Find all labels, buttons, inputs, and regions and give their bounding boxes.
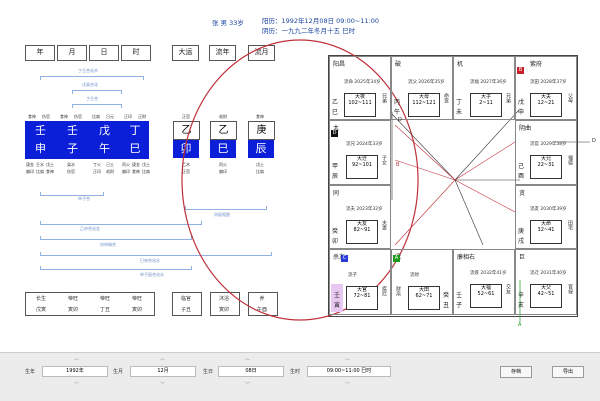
chevron-up-icon[interactable]: ︿	[345, 355, 350, 362]
palace-hai[interactable]: 巨 流迁 2031年40岁 大父 42~51 辛 亥 官禄	[515, 249, 577, 315]
birth-year-field[interactable]: 1992年	[42, 366, 108, 377]
relation-line	[394, 159, 456, 181]
save-button[interactable]: 存档	[500, 366, 532, 378]
relation-line	[454, 109, 520, 181]
relation-line	[454, 179, 516, 213]
mark-a-bottom: A	[518, 322, 522, 328]
transform-badge-c: C	[341, 255, 348, 262]
relation-line	[394, 179, 456, 246]
palace-you[interactable]: 阴曲 流官 2029年38岁 大兄 22~31 己 酉 福德	[515, 120, 577, 185]
input-bar: ︿ ﹀ ︿ ﹀ ︿ ﹀ ︿ ﹀ 生年 1992年 生月 12月 生日 08日 生…	[0, 352, 600, 401]
palace-wu[interactable]: 破 流父 2026年35岁 大母 112~121 丙 午 命宫	[391, 56, 453, 120]
birth-month-field[interactable]: 12月	[130, 366, 196, 377]
relation-line	[454, 141, 516, 181]
palace-yin[interactable]: 杀左 流子 大官 72~81 壬 寅 疾厄	[329, 249, 391, 315]
palace-chou[interactable]: 梁 流财 大田 62~71 财帛 癸 丑	[391, 249, 453, 315]
chevron-down-icon[interactable]: ﹀	[345, 381, 350, 388]
mark-d-right: D	[592, 138, 596, 144]
birth-hour-field[interactable]: 09:00~11:00 巳时	[307, 366, 391, 377]
birth-month-label: 生月	[113, 369, 124, 375]
export-button[interactable]: 导出	[552, 366, 584, 378]
mark-b: B	[396, 162, 400, 168]
chevron-down-icon[interactable]: ﹀	[160, 381, 165, 388]
palace-mao[interactable]: 同 流夫 2023年32岁 大友 82~91 癸 卯 夫妻	[329, 185, 391, 249]
birth-year-label: 生年	[25, 369, 36, 375]
mark-d: D	[398, 117, 402, 123]
relation-line	[454, 179, 484, 246]
app-window: 张 男 33岁 阳历：1992年12月08日 09:00~11:00 阴历：一九…	[0, 0, 600, 352]
transform-badge-a: A	[393, 255, 400, 262]
relation-line	[394, 124, 456, 181]
chevron-up-icon[interactable]: ︿	[74, 355, 79, 362]
palace-xu[interactable]: 贪 流友 2030年39岁 大命 32~41 庚 戌 田宅	[515, 185, 577, 249]
palace-wei[interactable]: 机 流福 2027年36岁 大子 2~11 丁 未 兄弟	[453, 56, 515, 120]
palace-zi[interactable]: 廉相右 流疾 2032年41岁 大福 52~61 壬 子 交友	[453, 249, 515, 315]
birth-hour-label: 生时	[290, 369, 301, 375]
chevron-up-icon[interactable]: ︿	[160, 355, 165, 362]
transform-badge-d: D	[331, 130, 338, 137]
palace-shen[interactable]: 紫府 流田 2028年37岁 大夫 12~21 戊 申 父母	[515, 56, 577, 120]
transform-badge-b: B	[517, 67, 524, 74]
palace-chen[interactable]: 太 流兄 2024年33岁 大迁 92~101 甲 辰 子女	[329, 120, 391, 185]
birth-day-field[interactable]: 08日	[218, 366, 284, 377]
chevron-up-icon[interactable]: ︿	[245, 355, 250, 362]
chevron-down-icon[interactable]: ﹀	[74, 381, 79, 388]
chevron-down-icon[interactable]: ﹀	[245, 381, 250, 388]
palace-si[interactable]: 阳昌 流命 2025年34岁 大夜 102~111 乙 巳 兄弟	[329, 56, 391, 120]
birth-day-label: 生日	[203, 369, 214, 375]
